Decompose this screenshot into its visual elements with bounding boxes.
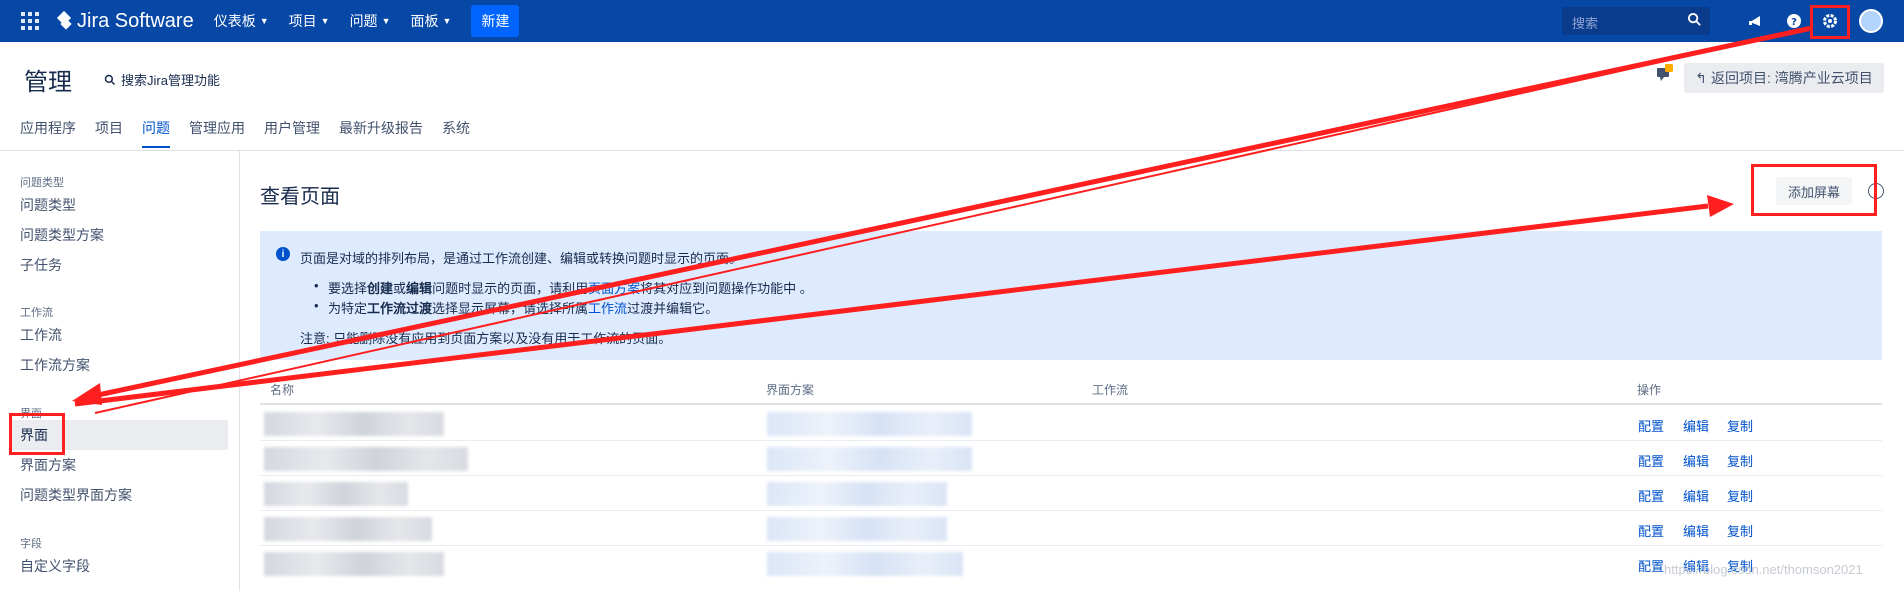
annotation-arrow-line-1 (97, 25, 1813, 398)
annotation-arrow-line-2 (74, 203, 1709, 407)
annotation-arrows (72, 25, 1813, 414)
annotation-thin-line (94, 27, 1813, 414)
annotation-arrowhead-2 (1707, 195, 1734, 217)
